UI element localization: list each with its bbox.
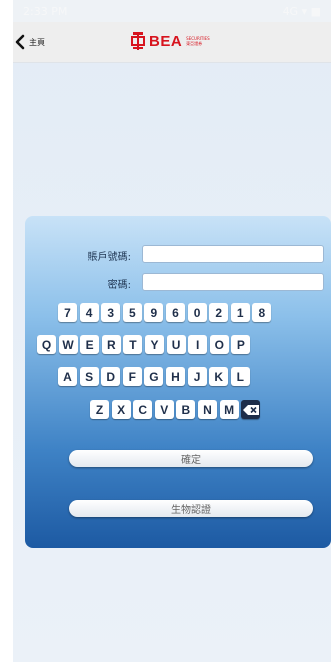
account-field[interactable] [142, 245, 324, 263]
password-field[interactable] [142, 273, 324, 291]
letter-row-2: A S D F G H J K L [58, 367, 252, 386]
key-digit[interactable]: 0 [187, 303, 207, 322]
key-letter[interactable]: G [144, 367, 164, 386]
key-letter[interactable]: T [123, 335, 143, 354]
back-button[interactable]: 主頁 [13, 31, 45, 53]
backspace-icon [242, 404, 259, 415]
key-letter[interactable]: W [58, 335, 78, 354]
delete-key[interactable] [241, 400, 261, 419]
key-letter[interactable]: O [209, 335, 229, 354]
logo-subtitle: SECURITIES 東亞證券 [186, 36, 209, 46]
key-letter[interactable]: H [165, 367, 185, 386]
key-letter[interactable]: J [187, 367, 207, 386]
key-letter[interactable]: C [133, 400, 153, 419]
key-letter[interactable]: Q [37, 335, 56, 354]
key-letter[interactable]: S [79, 367, 99, 386]
key-letter[interactable]: Z [90, 400, 109, 419]
key-letter[interactable]: N [197, 400, 217, 419]
app-screen: 2:33 PM 4G ▾ ■ 主頁 BEA SECURITIES 東亞證券 賬戶… [13, 0, 331, 662]
key-letter[interactable]: A [58, 367, 77, 386]
biometric-button[interactable]: 生物認證 [69, 500, 313, 517]
key-digit[interactable]: 7 [58, 303, 77, 322]
account-label: 賬戶號碼: [87, 252, 131, 263]
key-letter[interactable]: F [122, 367, 142, 386]
key-letter[interactable]: K [209, 367, 229, 386]
bea-emblem-icon [131, 32, 145, 50]
key-letter[interactable]: Y [144, 335, 164, 354]
key-letter[interactable]: D [101, 367, 121, 386]
key-digit[interactable]: 4 [79, 303, 99, 322]
nav-bar: 主頁 BEA SECURITIES 東亞證券 [13, 22, 331, 63]
letter-row-1: Q W E R T Y U I O P [37, 335, 253, 354]
key-digit[interactable]: 3 [101, 303, 121, 322]
key-letter[interactable]: B [176, 400, 196, 419]
bea-logo: BEA SECURITIES 東亞證券 [131, 31, 210, 51]
key-letter[interactable]: R [101, 335, 121, 354]
logo-sub-zh: 東亞證券 [186, 41, 203, 46]
key-letter[interactable]: V [154, 400, 174, 419]
confirm-button[interactable]: 確定 [69, 450, 313, 467]
password-row: 密碼: [25, 273, 331, 293]
key-digit[interactable]: 8 [252, 303, 272, 322]
account-row: 賬戶號碼: [25, 245, 331, 265]
key-letter[interactable]: I [188, 335, 208, 354]
digit-row: 7 4 3 5 9 6 0 2 1 8 [58, 303, 274, 322]
key-digit[interactable]: 5 [122, 303, 142, 322]
key-digit[interactable]: 2 [209, 303, 229, 322]
key-letter[interactable]: U [166, 335, 186, 354]
logo-word: BEA [149, 32, 183, 50]
key-letter[interactable]: X [111, 400, 131, 419]
login-panel: 賬戶號碼: 密碼: 7 4 3 5 9 6 0 2 1 8 Q W E R T … [25, 216, 331, 548]
letter-row-3: Z X C V B N M [90, 400, 263, 419]
chevron-left-icon [15, 34, 25, 50]
status-time: 2:33 PM [23, 4, 68, 18]
key-digit[interactable]: 1 [230, 303, 250, 322]
password-label: 密碼: [107, 280, 131, 291]
status-icons: 4G ▾ ■ [282, 4, 321, 18]
status-bar: 2:33 PM 4G ▾ ■ [13, 0, 331, 22]
key-letter[interactable]: L [230, 367, 250, 386]
key-letter[interactable]: P [231, 335, 251, 354]
key-letter[interactable]: E [80, 335, 100, 354]
key-digit[interactable]: 6 [165, 303, 185, 322]
key-letter[interactable]: M [219, 400, 239, 419]
key-digit[interactable]: 9 [144, 303, 164, 322]
back-label: 主頁 [29, 37, 45, 47]
